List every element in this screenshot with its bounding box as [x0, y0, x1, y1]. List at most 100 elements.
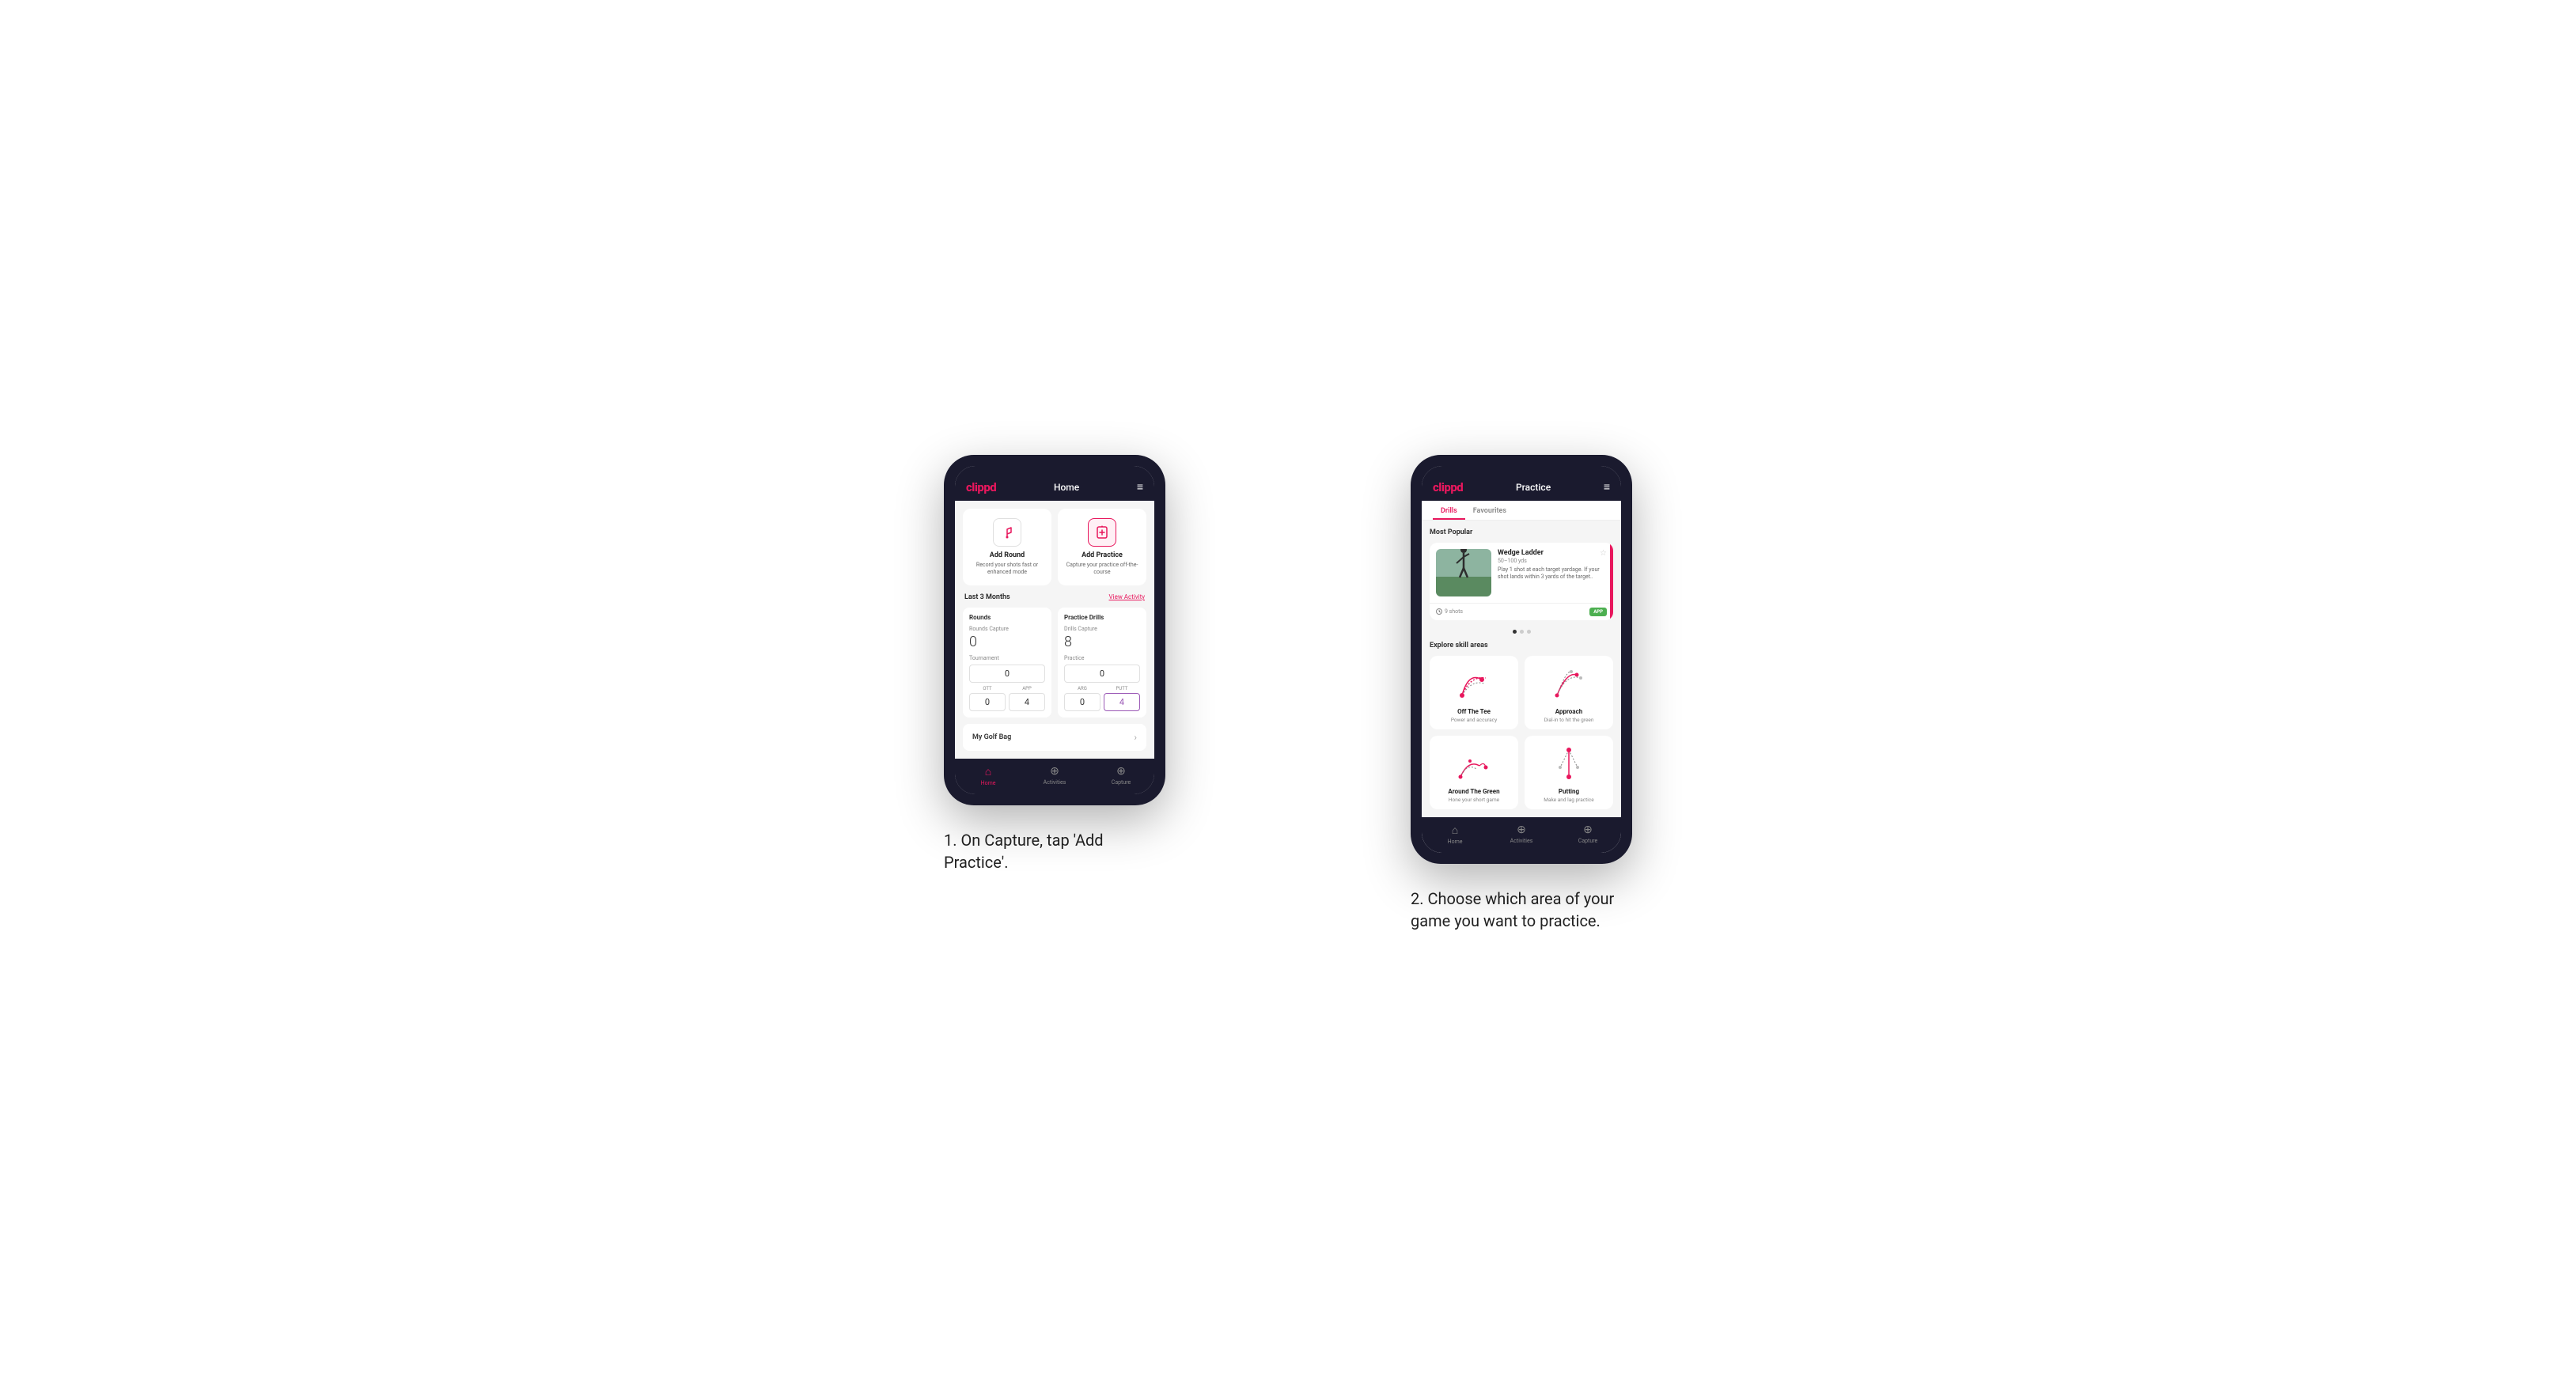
star-icon[interactable]: ☆ [1600, 549, 1607, 558]
page-container: clippd Home ≡ [853, 455, 1723, 932]
rounds-title: Rounds [969, 614, 1045, 621]
featured-thumb [1436, 549, 1491, 596]
view-activity-link[interactable]: View Activity [1109, 593, 1145, 600]
add-practice-card[interactable]: Add Practice Capture your practice off-t… [1058, 509, 1146, 585]
arg-value: 0 [1064, 693, 1100, 711]
putt-diagram [1549, 744, 1589, 783]
dot-2 [1520, 630, 1524, 634]
home-content: Add Round Record your shots fast or enha… [955, 501, 1154, 759]
arg-label: ARG [1064, 686, 1100, 691]
capture-nav-icon-2: ⊕ [1583, 824, 1593, 836]
ott-value: 0 [969, 693, 1006, 711]
skill-card-putting[interactable]: Putting Make and lag practice [1525, 736, 1613, 809]
practice-content: Drills Favourites Most Popular ☆ [1422, 501, 1621, 853]
nav-activities-1[interactable]: ⊕ Activities [1021, 765, 1088, 786]
ott-svg [1454, 664, 1494, 703]
pink-sidebar [1610, 543, 1613, 620]
atg-desc: Hone your short game [1449, 797, 1499, 803]
nav-home-2[interactable]: ⌂ Home [1422, 824, 1488, 845]
putt-value: 4 [1104, 693, 1140, 711]
quick-actions: Add Round Record your shots fast or enha… [963, 509, 1146, 585]
tournament-value: 0 [969, 665, 1045, 683]
stats-header: Last 3 Months View Activity [963, 593, 1146, 601]
phone2-screen: clippd Practice ≡ Drills Favourites Most… [1422, 466, 1621, 853]
golf-bag-row[interactable]: My Golf Bag › [963, 724, 1146, 751]
ott-label: OTT [969, 686, 1006, 691]
rounds-capture-value: 0 [969, 634, 1045, 650]
featured-info: Wedge Ladder 50–100 yds Play 1 shot at e… [1498, 549, 1607, 596]
card-footer: 9 shots APP [1430, 603, 1613, 620]
home-title: Home [1054, 482, 1079, 493]
putt-svg [1549, 744, 1589, 783]
practice-icon [1094, 524, 1110, 540]
practice-drills-box: Practice Drills Drills Capture 8 Practic… [1058, 608, 1146, 718]
atg-diagram [1454, 744, 1494, 783]
add-round-title: Add Round [990, 551, 1025, 559]
practice-title: Practice [1516, 482, 1551, 493]
practice-value: 0 [1064, 665, 1140, 683]
golfer-silhouette [1452, 549, 1476, 581]
ott-desc: Power and accuracy [1451, 717, 1497, 723]
featured-yds: 50–100 yds [1498, 558, 1607, 564]
capture-nav-label: Capture [1112, 779, 1131, 786]
add-round-desc: Record your shots fast or enhanced mode [969, 562, 1045, 576]
golf-bag-label: My Golf Bag [972, 733, 1011, 741]
approach-name: Approach [1555, 708, 1583, 715]
nav-activities-2[interactable]: ⊕ Activities [1488, 824, 1555, 845]
add-practice-icon-wrap [1088, 518, 1116, 547]
bottom-nav-2: ⌂ Home ⊕ Activities ⊕ Capture [1422, 817, 1621, 853]
activities-nav-icon: ⊕ [1050, 765, 1059, 778]
clippd-logo-1: clippd [966, 480, 996, 494]
featured-desc: Play 1 shot at each target yardage. If y… [1498, 566, 1607, 582]
app-header-1: clippd Home ≡ [955, 474, 1154, 501]
app-value-r: 4 [1009, 693, 1045, 711]
stats-grid: Rounds Rounds Capture 0 Tournament 0 [963, 608, 1146, 718]
featured-name: Wedge Ladder [1498, 549, 1607, 557]
most-popular-title: Most Popular [1430, 528, 1613, 536]
nav-home-1[interactable]: ⌂ Home [955, 765, 1021, 786]
menu-icon-2[interactable]: ≡ [1604, 480, 1610, 494]
activities-nav-label-2: Activities [1510, 838, 1533, 844]
menu-icon-1[interactable]: ≡ [1137, 480, 1143, 494]
tab-drills[interactable]: Drills [1433, 501, 1465, 520]
skill-card-atg[interactable]: Around The Green Hone your short game [1430, 736, 1518, 809]
shots-label: 9 shots [1436, 608, 1463, 615]
featured-card-inner: Wedge Ladder 50–100 yds Play 1 shot at e… [1430, 543, 1613, 603]
status-bar-2 [1422, 466, 1621, 474]
home-nav-label-2: Home [1448, 839, 1463, 845]
phone2-section: clippd Practice ≡ Drills Favourites Most… [1320, 455, 1723, 932]
tab-favourites[interactable]: Favourites [1465, 501, 1514, 520]
putt-label: PUTT [1104, 686, 1140, 691]
capture-nav-icon: ⊕ [1116, 765, 1126, 778]
drills-capture-value: 8 [1064, 634, 1140, 650]
add-practice-desc: Capture your practice off-the-course [1064, 562, 1140, 576]
nav-capture-2[interactable]: ⊕ Capture [1555, 824, 1621, 845]
approach-desc: Dial-in to hit the green [1544, 717, 1594, 723]
clock-icon [1436, 608, 1442, 615]
activities-nav-icon-2: ⊕ [1517, 824, 1526, 836]
phone1-screen: clippd Home ≡ [955, 466, 1154, 794]
caption-2: 2. Choose which area of your game you wa… [1411, 888, 1632, 932]
featured-card[interactable]: ☆ [1430, 543, 1613, 620]
phone2-shell: clippd Practice ≡ Drills Favourites Most… [1411, 455, 1632, 864]
approach-svg [1549, 664, 1589, 703]
app-badge: APP [1589, 608, 1607, 616]
putt-desc: Make and lag practice [1544, 797, 1594, 803]
home-nav-icon: ⌂ [985, 765, 991, 778]
practice-scroll: Most Popular ☆ [1422, 521, 1621, 817]
ott-diagram [1454, 664, 1494, 703]
phone1-shell: clippd Home ≡ [944, 455, 1165, 805]
add-round-card[interactable]: Add Round Record your shots fast or enha… [963, 509, 1051, 585]
add-round-icon-wrap [993, 518, 1021, 547]
home-nav-icon-2: ⌂ [1452, 824, 1458, 837]
capture-nav-label-2: Capture [1578, 838, 1597, 844]
skill-card-ott[interactable]: Off The Tee Power and accuracy [1430, 656, 1518, 729]
practice-label: Practice [1064, 655, 1140, 661]
phone1-section: clippd Home ≡ [853, 455, 1256, 873]
nav-capture-1[interactable]: ⊕ Capture [1088, 765, 1154, 786]
tournament-label: Tournament [969, 655, 1045, 661]
atg-svg [1454, 744, 1494, 783]
add-practice-title: Add Practice [1082, 551, 1123, 559]
skill-card-approach[interactable]: Approach Dial-in to hit the green [1525, 656, 1613, 729]
dot-3 [1527, 630, 1531, 634]
